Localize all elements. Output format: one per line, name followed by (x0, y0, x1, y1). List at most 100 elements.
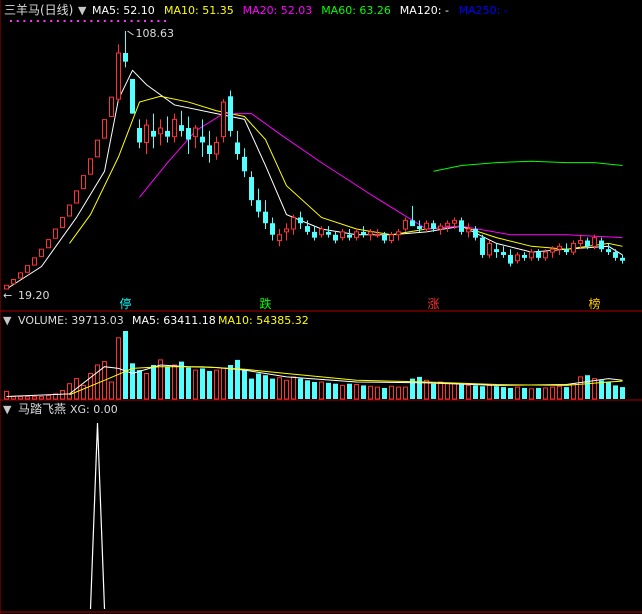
volume-bar-up (515, 386, 520, 400)
candle-body-down (151, 130, 156, 137)
volume-bar-up (592, 378, 597, 400)
marker-dot (83, 20, 86, 22)
candle-body-down (501, 252, 506, 255)
low-price-arrow-icon: ← (3, 289, 12, 302)
candle-body-down (522, 254, 527, 258)
candle-body-up (445, 222, 450, 227)
ma-indicator-5: MA250: - (459, 4, 508, 17)
event-marker-1: 跌 (260, 296, 272, 311)
volume-bar-up (543, 387, 548, 400)
candle-body-up (403, 219, 408, 230)
volume-bar-up (11, 395, 16, 400)
volume-bar-down (326, 382, 331, 399)
volume-bar-up (284, 379, 289, 400)
candle-body-up (438, 225, 443, 230)
candle-body-up (487, 242, 492, 256)
volume-collapse-icon[interactable]: ▼ (3, 314, 12, 327)
volume-bar-up (60, 390, 65, 400)
candle-body-down (186, 128, 191, 140)
volume-bar-up (221, 367, 226, 400)
volume-bar-up (571, 383, 576, 400)
volume-bar-down (298, 378, 303, 399)
candle-body-up (109, 96, 114, 117)
candle-body-down (494, 249, 499, 253)
candle-body-down (165, 130, 170, 137)
xg-signal-line (89, 422, 106, 610)
candle-body-down (263, 211, 268, 224)
collapse-toggle-icon[interactable]: ▼ (78, 4, 87, 17)
candle-body-up (60, 216, 65, 229)
low-price-annotation: ← 19.20 (3, 289, 50, 302)
candle-body-up (319, 228, 324, 236)
candle-body-down (564, 249, 569, 253)
volume-bar-up (67, 383, 72, 400)
candle-body-up (466, 228, 471, 233)
volume-bar-up (452, 383, 457, 400)
event-markers: 停跌涨榜 (120, 296, 601, 311)
candle-body-up (592, 237, 597, 247)
volume-bar-down (305, 380, 310, 399)
volume-bar-up (340, 384, 345, 400)
volume-bar-up (4, 390, 9, 400)
ma-indicator-2: MA20: 52.03 (243, 4, 313, 17)
candle-body-down (130, 78, 135, 114)
candle-body-down (361, 231, 366, 235)
candle-body-up (543, 251, 548, 259)
marker-dot (56, 20, 59, 22)
candle-body-down (480, 237, 485, 255)
candle-body-up (284, 228, 289, 233)
candle-body-down (137, 128, 142, 143)
volume-bar-down (494, 386, 499, 399)
marker-dot (137, 20, 140, 22)
candle-body-down (242, 156, 247, 172)
volume-bar-up (95, 364, 100, 400)
volume-bar-down (417, 376, 422, 399)
candle-body-up (95, 139, 100, 158)
volume-bar-up (389, 385, 394, 400)
candle-body-down (473, 228, 478, 238)
marker-dot (16, 20, 19, 22)
volume-bar-down (473, 385, 478, 399)
volume-bar-up (529, 388, 534, 400)
volume-bar-down (620, 387, 625, 399)
candle-body-up (221, 101, 226, 138)
candle-body-down (417, 226, 422, 229)
volume-bar-up (25, 395, 30, 400)
volume-bars (4, 331, 625, 400)
candle-body-up (144, 124, 149, 143)
candle-body-down (326, 231, 331, 235)
volume-bar-down (123, 331, 128, 399)
indicator-collapse-icon[interactable]: ▼ (3, 403, 12, 416)
volume-bar-down (606, 382, 611, 399)
candle-body-down (536, 252, 541, 258)
volume-bar-up (354, 384, 359, 400)
volume-bar-down (613, 385, 618, 399)
volume-bar-up (214, 369, 219, 400)
dotted-marker-row (10, 20, 167, 22)
volume-bar-down (249, 378, 254, 399)
volume-bar-up (291, 376, 296, 400)
event-marker-0: 停 (120, 296, 132, 311)
marker-dot (144, 20, 146, 22)
candle-body-up (11, 278, 16, 285)
marker-dot (110, 20, 113, 22)
volume-bar-down (270, 378, 275, 399)
candle-body-down (298, 217, 303, 224)
candle-body-up (214, 141, 219, 155)
candle-body-up (46, 239, 51, 249)
candle-body-up (158, 127, 163, 135)
high-price-pointer (127, 30, 134, 36)
stock-chart[interactable]: 三羊马(日线) ▼ MA5: 52.10 MA10: 51.35 MA20: 52.… (0, 0, 642, 614)
xg-value-label: XG: 0.00 (70, 403, 118, 416)
volume-bar-down (186, 367, 191, 399)
ma-indicator-3: MA60: 63.26 (321, 4, 391, 17)
candle-body-up (32, 257, 37, 266)
candle-body-up (172, 118, 177, 138)
volume-bar-down (431, 383, 436, 399)
volume-bar-down (256, 373, 261, 399)
volume-bar-up (375, 386, 380, 400)
candle-body-up (25, 265, 30, 273)
candle-body-down (200, 136, 205, 143)
volume-bar-up (144, 373, 149, 400)
candle-body-down (333, 234, 338, 241)
